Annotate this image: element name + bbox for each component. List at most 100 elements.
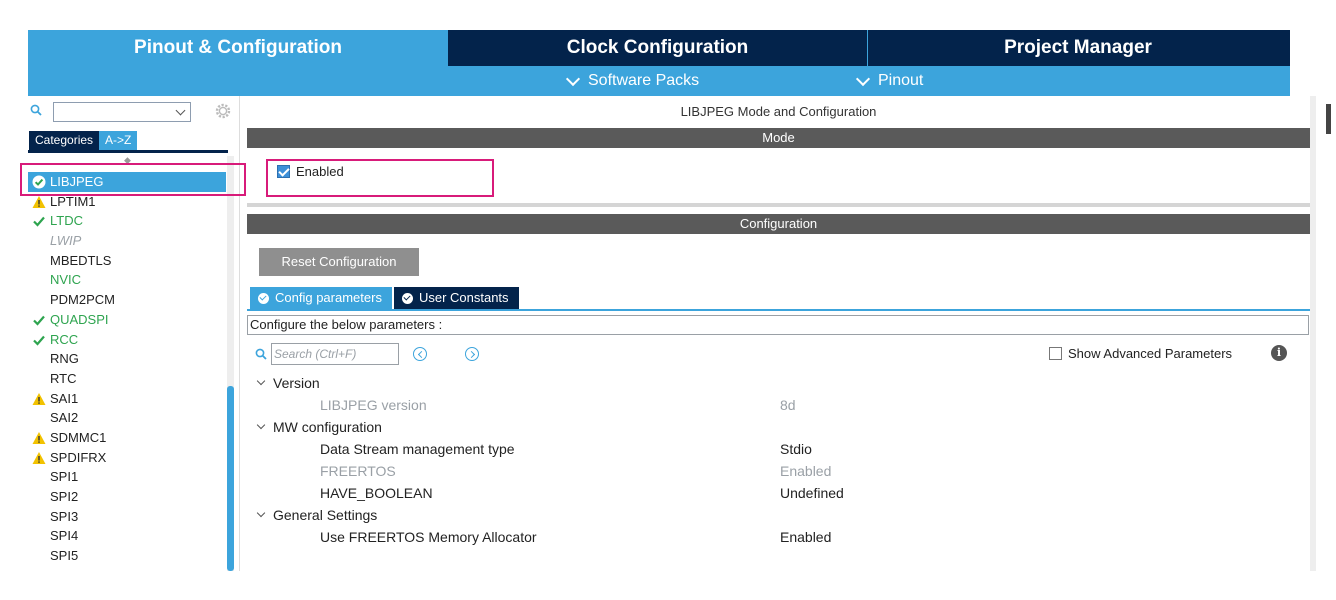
warning-icon: [32, 431, 46, 444]
param-name: Data Stream management type: [320, 441, 515, 457]
sidebar-item-label: SPI3: [50, 508, 79, 524]
sidebar-item-spi2[interactable]: SPI2: [28, 487, 226, 507]
sidebar-item-label: SAI1: [50, 390, 79, 406]
tab-a-to-z[interactable]: A->Z: [99, 131, 138, 150]
param-value: Stdio: [780, 441, 812, 457]
main-scrollbar[interactable]: [1310, 96, 1316, 571]
sidebar-item-pdm2pcm[interactable]: PDM2PCM: [28, 290, 226, 310]
param-value: Undefined: [780, 485, 844, 501]
sidebar-item-label: SPDIFRX: [50, 449, 107, 465]
chevron-down-icon[interactable]: [256, 508, 266, 518]
pinout-label: Pinout: [878, 72, 924, 89]
next-match-icon[interactable]: [465, 347, 479, 361]
warning-icon: [32, 392, 46, 405]
check-circle-icon: [401, 292, 413, 304]
gear-icon[interactable]: [214, 102, 232, 120]
sidebar-item-label: LTDC: [50, 213, 83, 229]
sidebar-item-nvic[interactable]: NVIC: [28, 270, 226, 290]
checkmark-icon: [33, 335, 45, 346]
parameter-search: Search (Ctrl+F): [255, 343, 399, 365]
sidebar-item-label: SAI2: [50, 410, 79, 426]
chevron-down-icon[interactable]: [256, 420, 266, 430]
sidebar-item-spi5[interactable]: SPI5: [28, 546, 226, 566]
panel-title: LIBJPEG Mode and Configuration: [680, 104, 877, 119]
param-name: LIBJPEG version: [320, 397, 427, 413]
checkmark-icon: [33, 217, 45, 227]
section-divider: [247, 203, 1310, 207]
highlight-box-enabled: [266, 159, 494, 197]
sidebar-item-rcc[interactable]: RCC: [28, 330, 226, 350]
sidebar-item-ltdc[interactable]: LTDC: [28, 211, 226, 231]
peripheral-list: LIBJPEG LPTIM1 LTDC LWIP MBEDTLS NVIC PDM2PCM Q…: [28, 172, 226, 566]
tab-config-parameters[interactable]: Config parameters: [250, 287, 392, 309]
tab-pinout-configuration[interactable]: Pinout & Configuration: [28, 30, 448, 66]
info-icon[interactable]: i: [1271, 345, 1287, 361]
highlight-box-libjpeg: [20, 163, 246, 196]
sidebar-item-quadspi[interactable]: QUADSPI: [28, 310, 226, 330]
show-advanced-parameters[interactable]: Show Advanced Parameters: [1049, 346, 1232, 361]
configure-hint: Configure the below parameters :: [247, 315, 1309, 335]
sidebar-item-lwip[interactable]: LWIP: [28, 231, 226, 251]
sidebar-item-label: SDMMC1: [50, 429, 107, 445]
sidebar-item-spi3[interactable]: SPI3: [28, 507, 226, 527]
chevron-down-icon: [565, 71, 581, 86]
show-advanced-label: Show Advanced Parameters: [1068, 346, 1233, 361]
param-value: Enabled: [780, 529, 832, 545]
sidebar-item-mbedtls[interactable]: MBEDTLS: [28, 251, 226, 271]
check-circle-icon: [258, 292, 269, 304]
sidebar-item-rtc[interactable]: RTC: [28, 369, 226, 389]
search-icon[interactable]: [30, 104, 42, 116]
sidebar-item-spi4[interactable]: SPI4: [28, 526, 226, 546]
param-row[interactable]: Data Stream management type Stdio: [247, 438, 1310, 460]
sidebar-view-tabs: Categories A->Z: [29, 131, 138, 150]
show-advanced-checkbox[interactable]: [1049, 347, 1062, 360]
parameter-search-input[interactable]: Search (Ctrl+F): [271, 343, 399, 365]
config-tabs: Config parameters User Constants: [250, 287, 519, 309]
warning-icon: [32, 195, 46, 208]
configuration-section-header: Configuration: [247, 214, 1310, 234]
param-row[interactable]: FREERTOS Enabled: [247, 460, 1310, 482]
tree-group-version[interactable]: Version: [247, 372, 1310, 394]
previous-match-icon[interactable]: [413, 347, 427, 361]
param-row[interactable]: LIBJPEG version 8d: [247, 394, 1310, 416]
sidebar-item-sai2[interactable]: SAI2: [28, 408, 226, 428]
chevron-down-icon[interactable]: [175, 105, 186, 116]
chevron-down-icon[interactable]: [256, 376, 266, 386]
sidebar-search-combo[interactable]: [53, 102, 191, 122]
tab-categories[interactable]: Categories: [29, 131, 100, 150]
sub-menu-bar: Software Packs Pinout: [28, 66, 1290, 96]
param-name: FREERTOS: [320, 463, 396, 479]
tab-user-constants[interactable]: User Constants: [393, 287, 519, 309]
sidebar-item-label: RTC: [50, 370, 77, 386]
param-name: Use FREERTOS Memory Allocator: [320, 529, 537, 545]
group-label: Version: [273, 375, 320, 391]
tab-clock-configuration[interactable]: Clock Configuration: [448, 30, 868, 66]
search-icon[interactable]: [255, 348, 267, 360]
sidebar-search-row: [28, 102, 240, 122]
tab-bar-edge: [1288, 30, 1290, 66]
checkmark-icon: [33, 315, 45, 326]
param-row[interactable]: HAVE_BOOLEAN Undefined: [247, 482, 1310, 504]
tree-group-mw-configuration[interactable]: MW configuration: [247, 416, 1310, 438]
sidebar-item-label: SPI4: [50, 528, 79, 544]
software-packs-label: Software Packs: [588, 72, 700, 89]
sidebar-item-spi1[interactable]: SPI1: [28, 467, 226, 487]
software-packs-menu[interactable]: Software Packs: [565, 71, 700, 90]
sidebar-item-spdifrx[interactable]: SPDIFRX: [28, 448, 226, 468]
chevron-down-icon: [855, 71, 871, 86]
pinout-menu[interactable]: Pinout: [855, 71, 924, 90]
tab-underline: [28, 150, 228, 153]
tree-group-general-settings[interactable]: General Settings: [247, 504, 1310, 526]
sidebar-item-sai1[interactable]: SAI1: [28, 389, 226, 409]
sidebar-item-label: PDM2PCM: [50, 292, 116, 308]
top-tab-bar: Pinout & Configuration Clock Configurati…: [28, 30, 1290, 66]
sidebar-scrollbar-thumb[interactable]: [227, 386, 234, 571]
mode-section-header: Mode: [247, 128, 1310, 148]
sidebar-item-rng[interactable]: RNG: [28, 349, 226, 369]
sidebar-item-sdmmc1[interactable]: SDMMC1: [28, 428, 226, 448]
param-name: HAVE_BOOLEAN: [320, 485, 433, 501]
tab-project-manager[interactable]: Project Manager: [868, 30, 1288, 66]
reset-configuration-button[interactable]: Reset Configuration: [259, 248, 419, 276]
sidebar-item-label: SPI1: [50, 469, 79, 485]
param-row[interactable]: Use FREERTOS Memory Allocator Enabled: [247, 526, 1310, 548]
